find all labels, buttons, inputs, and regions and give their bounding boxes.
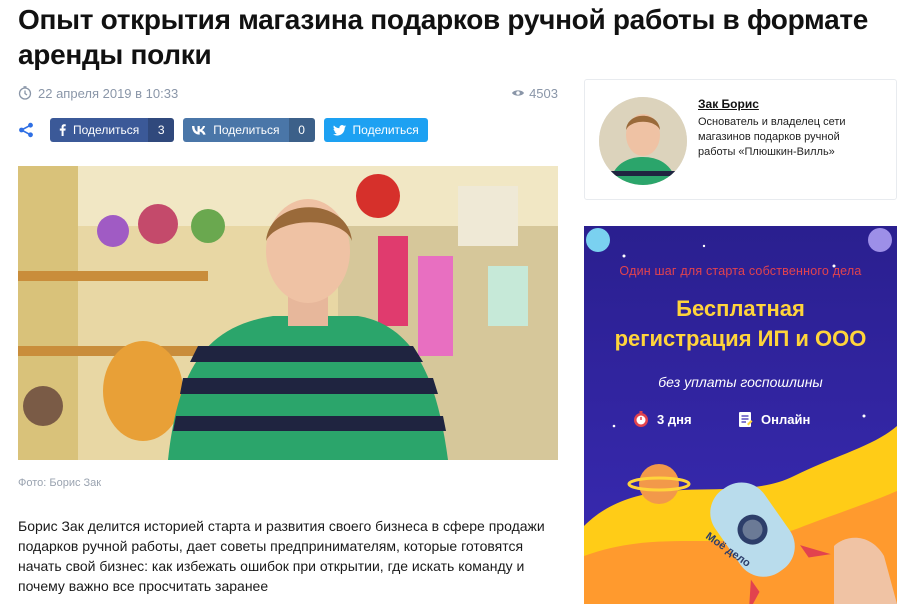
share-icon[interactable] <box>18 122 34 138</box>
ad-subline: без уплаты госпошлины <box>658 374 823 390</box>
ad-feature-days: 3 дня <box>632 410 692 428</box>
ad-headline-line2: регистрация ИП и ООО <box>614 326 867 351</box>
photo-caption: Фото: Борис Зак <box>18 477 102 489</box>
twitter-share-button[interactable]: Поделиться <box>323 118 428 142</box>
facebook-share-label: Поделиться <box>73 123 140 137</box>
author-avatar-photo <box>599 97 687 185</box>
avatar <box>599 97 687 185</box>
ad-tagline: Один шаг для старта собственного дела <box>619 264 862 278</box>
publish-date: 22 апреля 2019 в 10:33 <box>38 85 179 101</box>
ad-headline: Бесплатная регистрация ИП и ООО <box>584 294 897 354</box>
clock-icon <box>18 86 32 100</box>
views-count: 4503 <box>529 85 558 101</box>
article-title: Опыт открытия магазина подарков ручной р… <box>18 4 869 70</box>
timer-icon <box>634 411 648 427</box>
vk-share-button[interactable]: Поделиться 0 <box>183 118 315 142</box>
twitter-icon <box>332 124 346 136</box>
document-icon <box>739 412 753 427</box>
ad-feature-online: Онлайн <box>736 410 810 428</box>
ad-feature-online-label: Онлайн <box>761 411 811 427</box>
article-lead: Борис Зак делится историей старта и разв… <box>18 518 545 594</box>
facebook-icon <box>59 124 66 136</box>
ad-banner[interactable]: Один шаг для старта собственного дела Бе… <box>584 226 897 604</box>
facebook-share-button[interactable]: Поделиться 3 <box>50 118 175 142</box>
article-meta: 22 апреля 2019 в 10:33 4503 <box>18 84 558 102</box>
vk-icon <box>192 125 206 135</box>
author-name[interactable]: Зак Борис <box>698 97 759 111</box>
share-bar: Поделиться 3 Поделиться 0 Поделиться <box>18 118 437 142</box>
ad-headline-line1: Бесплатная <box>676 296 805 321</box>
ad-feature-days-label: 3 дня <box>657 411 692 427</box>
article-photo <box>18 166 558 460</box>
vk-share-label: Поделиться <box>213 123 280 137</box>
facebook-share-count: 3 <box>148 118 175 142</box>
author-card: Зак Борис Основатель и владелец сети маг… <box>584 79 897 200</box>
views-counter: 4503 <box>511 86 558 101</box>
vk-share-count: 0 <box>288 118 315 142</box>
eye-icon <box>512 90 525 96</box>
author-role: Основатель и владелец сети магазинов под… <box>698 116 846 158</box>
shop-owner-photo <box>18 166 558 460</box>
twitter-share-label: Поделиться <box>352 123 419 137</box>
